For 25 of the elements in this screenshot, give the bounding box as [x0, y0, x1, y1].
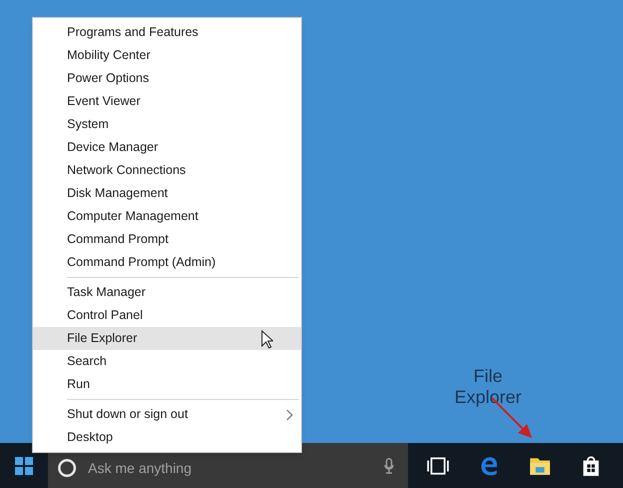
- search-input[interactable]: Ask me anything: [88, 458, 384, 478]
- circle-icon: [58, 458, 76, 476]
- menu-item[interactable]: Programs and Features: [33, 21, 301, 44]
- menu-item[interactable]: Search: [33, 350, 301, 373]
- menu-item[interactable]: Disk Management: [33, 182, 301, 205]
- menu-item[interactable]: Task Manager: [33, 281, 301, 304]
- menu-item[interactable]: Command Prompt (Admin): [33, 251, 301, 274]
- menu-item[interactable]: Device Manager: [33, 136, 301, 159]
- menu-item[interactable]: Network Connections: [33, 159, 301, 182]
- menu-item[interactable]: Mobility Center: [33, 44, 301, 67]
- task-view-icon: [426, 454, 448, 476]
- menu-item[interactable]: Event Viewer: [33, 90, 301, 113]
- menu-item[interactable]: Run: [33, 373, 301, 396]
- menu-item[interactable]: Shut down or sign out: [33, 403, 301, 426]
- mouse-pointer-icon: [261, 330, 273, 349]
- windows-logo-icon: [15, 456, 33, 474]
- menu-item[interactable]: Command Prompt: [33, 228, 301, 251]
- microphone-icon: [384, 458, 394, 474]
- menu-item[interactable]: System: [33, 113, 301, 136]
- menu-item[interactable]: Control Panel: [33, 304, 301, 327]
- menu-item[interactable]: Power Options: [33, 67, 301, 90]
- menu-item[interactable]: Computer Management: [33, 205, 301, 228]
- menu-item[interactable]: File Explorer: [33, 327, 301, 350]
- annotation-text: Explorer: [454, 387, 522, 408]
- annotation-text: File: [473, 366, 502, 387]
